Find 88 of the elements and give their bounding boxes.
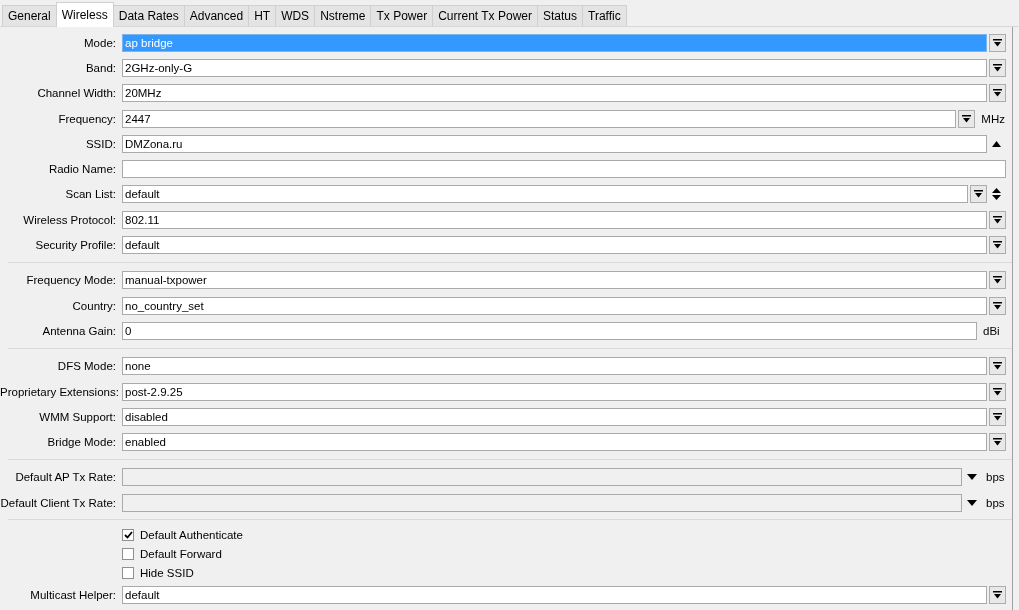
field-label: Channel Width: <box>36 87 117 100</box>
input-field[interactable]: 802.11 <box>122 210 987 229</box>
field-label: Proprietary Extensions: <box>0 385 120 398</box>
checkbox-label: Default Forward <box>140 547 222 560</box>
dropdown-button[interactable] <box>989 33 1006 52</box>
dropdown-arrow-icon <box>993 438 1002 447</box>
field-label: Security Profile: <box>34 239 117 251</box>
input-field[interactable]: disabled <box>122 407 987 426</box>
dropdown-arrow-icon <box>962 114 972 123</box>
input-field[interactable]: manual-txpower <box>122 271 987 290</box>
field-label: Country: <box>71 299 117 312</box>
field-label: Band: <box>84 61 117 74</box>
checkbox-label: Hide SSID <box>140 566 194 579</box>
input-field[interactable]: default <box>122 185 968 204</box>
collapse-arrow-icon[interactable] <box>992 140 1001 147</box>
input-field[interactable]: DMZona.ru <box>122 134 987 153</box>
unit-label: bps <box>986 471 1006 484</box>
tab[interactable]: WDS <box>275 5 316 26</box>
dropdown-arrow-icon[interactable] <box>967 474 977 481</box>
field-label: Bridge Mode: <box>46 436 117 449</box>
input-field[interactable]: 2447 <box>122 109 957 128</box>
dropdown-arrow-icon <box>993 63 1002 72</box>
unit-label: dBi <box>983 324 1001 337</box>
tab[interactable]: Traffic <box>582 5 627 26</box>
dropdown-arrow-icon <box>993 215 1002 224</box>
input-field[interactable] <box>122 160 1006 179</box>
dropdown-button[interactable] <box>989 84 1006 103</box>
input-field[interactable]: default <box>122 236 987 254</box>
dropdown-arrow-icon <box>993 276 1002 285</box>
input-field[interactable]: 0 <box>122 321 977 340</box>
unit-label: MHz <box>981 112 1005 125</box>
input-field[interactable]: 2GHz-only-G <box>122 58 987 77</box>
dropdown-arrow-icon <box>993 591 1002 599</box>
tab[interactable]: Nstreme <box>314 5 372 26</box>
up-down-arrows-icon[interactable] <box>992 188 1001 201</box>
checkbox[interactable] <box>122 528 134 541</box>
dropdown-button[interactable] <box>989 58 1006 77</box>
checkbox[interactable] <box>122 547 134 560</box>
checkbox[interactable] <box>122 566 134 579</box>
dropdown-button[interactable] <box>989 407 1006 426</box>
dropdown-arrow-icon <box>993 362 1002 371</box>
dropdown-button[interactable] <box>989 586 1006 604</box>
input-field[interactable]: default <box>122 586 987 604</box>
dropdown-arrow-icon[interactable] <box>967 499 977 506</box>
input-field[interactable]: none <box>122 357 987 376</box>
tab[interactable]: HT <box>248 5 277 26</box>
dropdown-button[interactable] <box>989 382 1006 401</box>
input-field[interactable]: post-2.9.25 <box>122 382 987 401</box>
tab[interactable]: Tx Power <box>370 5 434 26</box>
field-label: Default AP Tx Rate: <box>14 471 117 484</box>
field-label: Antenna Gain: <box>41 324 117 337</box>
field-label: Radio Name: <box>47 163 117 176</box>
field-label: DFS Mode: <box>56 360 117 373</box>
dropdown-button[interactable] <box>989 433 1006 452</box>
dropdown-button[interactable] <box>989 210 1006 229</box>
field-label: Mode: <box>83 36 117 49</box>
field-label: Multicast Helper: <box>29 589 117 601</box>
tab[interactable]: Current Tx Power <box>432 5 538 26</box>
dropdown-button[interactable] <box>970 185 987 204</box>
dropdown-arrow-icon <box>993 387 1002 396</box>
dropdown-arrow-icon <box>993 301 1002 310</box>
field-label: Scan List: <box>64 188 117 201</box>
field-label: Frequency Mode: <box>25 274 117 287</box>
checkbox-label: Default Authenticate <box>140 528 243 541</box>
field-label: Default Client Tx Rate: <box>0 496 117 509</box>
dropdown-button[interactable] <box>989 271 1006 290</box>
field-label: Frequency: <box>57 112 117 125</box>
tab[interactable]: Advanced <box>183 5 250 26</box>
field-label: Wireless Protocol: <box>22 213 117 226</box>
dropdown-arrow-icon <box>974 190 983 199</box>
dropdown-button[interactable] <box>989 296 1006 315</box>
tab[interactable]: Data Rates <box>112 5 185 26</box>
dropdown-arrow-icon <box>993 38 1002 47</box>
dropdown-button[interactable] <box>958 109 976 128</box>
dropdown-arrow-icon <box>993 241 1002 249</box>
dropdown-button[interactable] <box>989 236 1006 254</box>
field-label: WMM Support: <box>38 410 117 423</box>
tab[interactable]: General <box>2 5 57 26</box>
dropdown-arrow-icon <box>993 89 1002 98</box>
tab[interactable]: Status <box>536 5 583 26</box>
input-field[interactable]: enabled <box>122 433 987 452</box>
field-label: SSID: <box>84 137 117 150</box>
input-field[interactable]: 20MHz <box>122 84 987 103</box>
unit-label: bps <box>986 496 1006 509</box>
dropdown-arrow-icon <box>993 412 1002 421</box>
input-field[interactable]: no_country_set <box>122 296 987 315</box>
dropdown-button[interactable] <box>989 357 1006 376</box>
tab[interactable]: Wireless <box>55 2 114 27</box>
